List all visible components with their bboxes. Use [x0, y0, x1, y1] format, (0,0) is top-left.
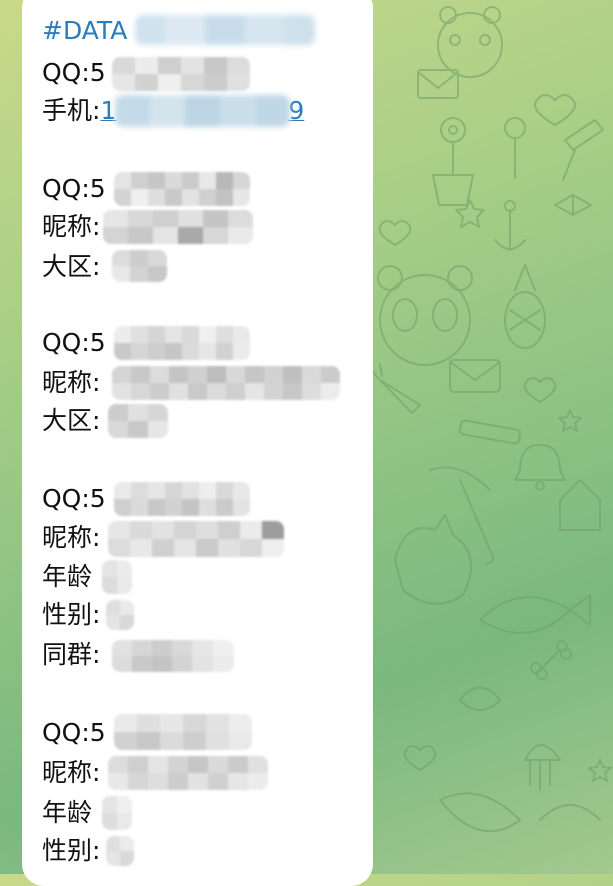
lollipop-icon: [504, 117, 526, 179]
carrot-icon: [369, 363, 421, 414]
star-icon: [588, 759, 612, 782]
envelope-icon: [417, 69, 459, 99]
redaction-region: [108, 404, 168, 438]
shell-icon: [559, 479, 601, 531]
redaction-contact: [115, 95, 290, 127]
redaction-hashtag: [135, 15, 315, 45]
redaction-gender: [106, 600, 134, 630]
record-4-gender: 性别:: [42, 600, 101, 629]
redaction-qq: [114, 714, 252, 750]
heart-icon: [534, 94, 576, 126]
redaction-qq: [114, 172, 250, 206]
message-bubble: [22, 0, 373, 886]
redaction-age: [102, 796, 132, 830]
record-3-qq: QQ:5: [42, 328, 106, 357]
record-2-region: 大区:: [42, 252, 101, 281]
heart-icon: [523, 377, 557, 403]
redaction-nickname: [103, 210, 253, 244]
record-5-age: 年龄: [42, 798, 93, 827]
record-5-gender: 性别:: [42, 836, 101, 865]
redaction-nickname: [112, 366, 340, 400]
record-4-qq: QQ:5: [42, 484, 106, 513]
redaction-qq: [112, 57, 250, 91]
heart-icon: [378, 220, 412, 246]
candle-icon: [458, 419, 522, 445]
heart-icon: [403, 745, 437, 771]
bell-icon: [514, 444, 566, 491]
anchor-icon: [494, 200, 526, 251]
record-3-region: 大区:: [42, 406, 101, 435]
pineapple-icon: [504, 264, 546, 349]
record-5-qq: QQ:5: [42, 718, 106, 747]
contact-link-end[interactable]: 9: [288, 96, 304, 125]
redaction-nickname: [108, 521, 284, 557]
cat-icon: [394, 514, 472, 605]
redaction-qq: [114, 326, 250, 360]
candle-icon: [562, 119, 604, 181]
record-2-qq: QQ:5: [42, 174, 106, 203]
record-4-group: 同群:: [42, 640, 101, 669]
bone-icon: [530, 640, 572, 680]
redaction-nickname: [108, 756, 268, 790]
star-icon: [558, 409, 582, 432]
record-2-nickname: 昵称:: [42, 212, 101, 241]
flower-pot-icon: [432, 117, 474, 206]
redaction-age: [102, 560, 132, 594]
bow-icon: [554, 194, 592, 216]
redaction-group: [112, 640, 234, 672]
redaction-qq: [114, 482, 250, 516]
shell-icon: [459, 686, 501, 711]
record-4-nickname: 昵称:: [42, 523, 101, 552]
redaction-gender: [106, 836, 134, 866]
panda-icon: [437, 6, 503, 78]
record-1-qq: QQ:5: [42, 58, 106, 87]
redaction-region: [112, 250, 167, 282]
jellyfish-icon: [524, 744, 561, 791]
carrot-icon: [439, 792, 601, 833]
envelope-icon: [449, 359, 501, 393]
umbrella-icon: [429, 466, 495, 565]
panda-icon: [377, 265, 473, 366]
contact-link-start[interactable]: 1: [100, 96, 116, 125]
hashtag-prefix[interactable]: #DATA: [42, 16, 127, 45]
record-5-nickname: 昵称:: [42, 758, 101, 787]
record-4-age: 年龄: [42, 562, 93, 591]
fish-icon: [479, 594, 591, 634]
record-3-nickname: 昵称:: [42, 368, 101, 397]
